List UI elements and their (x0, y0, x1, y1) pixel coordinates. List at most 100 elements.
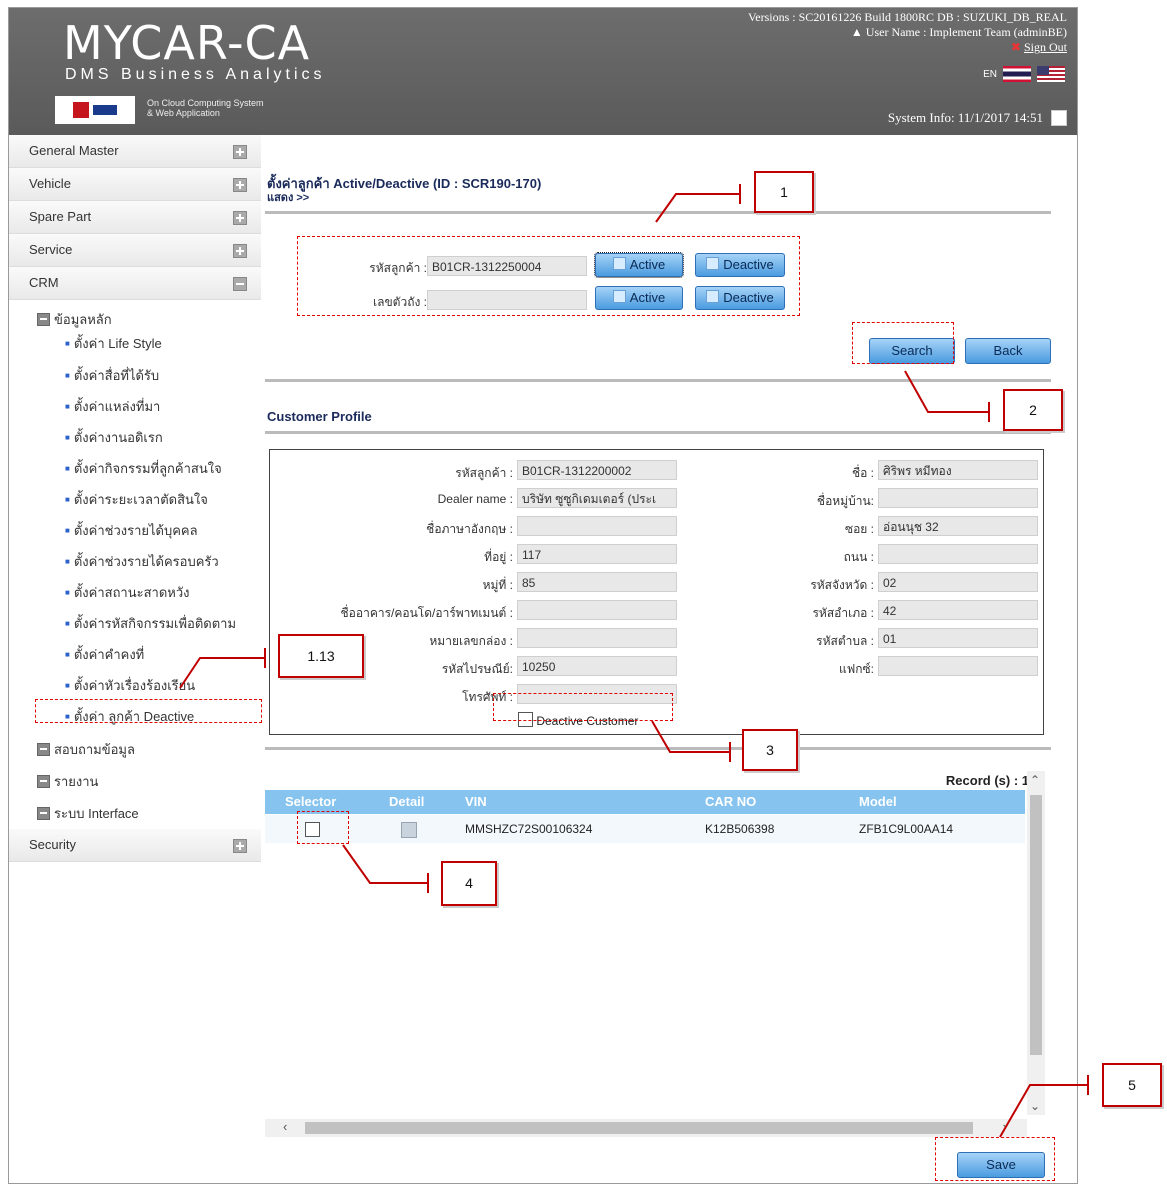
profile-label: ชื่อภาษาอังกฤษ : (426, 522, 513, 536)
menu-general-master[interactable]: General Master (9, 135, 261, 168)
tree-root-label: สอบถามข้อมูล (54, 742, 135, 757)
menu-spare-part[interactable]: Spare Part (9, 201, 261, 234)
tree-item[interactable]: ตั้งค่าแหล่งที่มา (65, 396, 161, 417)
expand-icon[interactable] (233, 178, 247, 192)
tree-root-label: ระบบ Interface (54, 806, 139, 821)
profile-field: 117 (517, 544, 677, 564)
tree-item[interactable]: ตั้งค่างานอดิเรก (65, 427, 163, 448)
highlight-search-button (852, 322, 954, 364)
menu-vehicle[interactable]: Vehicle (9, 168, 261, 201)
record-count: Record (s) : 1 (945, 773, 1029, 788)
tree-item[interactable]: ตั้งค่า Life Style (65, 333, 162, 354)
grid-header: Selector Detail VIN CAR NO Model (265, 790, 1025, 814)
callout-2: 2 (1003, 389, 1063, 431)
user-icon: ▲ (850, 25, 866, 39)
logo-cloud-line1: On Cloud Computing System (147, 98, 264, 108)
tree-item[interactable]: ตั้งค่าหัวเรื่องร้องเรียน (65, 675, 195, 696)
scroll-thumb[interactable] (1030, 795, 1042, 1055)
scroll-right-icon[interactable]: › (1003, 1119, 1007, 1134)
thai-flag-icon[interactable] (1003, 66, 1031, 82)
profile-field: อ่อนนุช 32 (878, 516, 1038, 536)
expand-icon[interactable] (233, 211, 247, 225)
sign-out-link[interactable]: Sign Out (1024, 40, 1067, 54)
scroll-up-icon[interactable]: ⌃ (1030, 773, 1040, 787)
tree-item[interactable]: ตั้งค่าคำคงที่ (65, 644, 144, 665)
menu-label: Vehicle (29, 176, 71, 191)
user-name-text: User Name : Implement Team (adminBE) (865, 25, 1067, 39)
header-info: Versions : SC20161226 Build 1800RC DB : … (748, 10, 1067, 55)
suzuki-logo-icon (55, 96, 135, 124)
version-text: Versions : SC20161226 Build 1800RC DB : … (747, 10, 1067, 24)
profile-field: 10250 (517, 656, 677, 676)
tree-item[interactable]: ตั้งค่ากิจกรรมที่ลูกค้าสนใจ (65, 458, 222, 479)
menu-security[interactable]: Security (9, 829, 261, 862)
tree-crm-root[interactable]: ข้อมูลหลัก (37, 309, 112, 330)
callout-1-13: 1.13 (278, 634, 364, 678)
expand-icon[interactable] (37, 775, 50, 788)
tree-interface-root[interactable]: ระบบ Interface (37, 803, 139, 824)
tree-item[interactable]: ตั้งค่าสื่อที่ได้รับ (65, 365, 159, 386)
col-car-no[interactable]: CAR NO (705, 790, 756, 814)
tree-item[interactable]: ตั้งค่าสถานะสาดหวัง (65, 582, 190, 603)
tree-report-root[interactable]: รายงาน (37, 771, 98, 792)
detail-icon[interactable] (401, 822, 417, 838)
highlight-save-button (935, 1137, 1055, 1181)
us-flag-icon[interactable] (1037, 66, 1065, 82)
tree-item[interactable]: ตั้งค่ารหัสกิจกรรมเพื่อติดตาม (65, 613, 236, 634)
scroll-down-icon[interactable]: ⌄ (1030, 1099, 1040, 1113)
tree-item[interactable]: ตั้งค่าช่วงรายได้ครอบครัว (65, 551, 219, 572)
page-subtitle: แสดง >> (267, 192, 310, 204)
cell-model: ZFB1C9L00AA14 (859, 822, 954, 836)
profile-field: 42 (878, 600, 1038, 620)
profile-field: ศิริพร หมีทอง (878, 460, 1038, 480)
expand-icon[interactable] (37, 743, 50, 756)
col-detail[interactable]: Detail (389, 790, 424, 814)
table-row: MMSHZC72S00106324 K12B506398 ZFB1C9L00AA… (265, 815, 1025, 843)
back-button[interactable]: Back (965, 338, 1051, 364)
customer-profile-title: Customer Profile (267, 409, 372, 424)
user-name: ▲ User Name : Implement Team (adminBE) (748, 25, 1067, 40)
collapse-icon[interactable] (37, 313, 50, 326)
highlight-menu-deactive (35, 699, 262, 723)
profile-label: รหัสลูกค้า : (455, 466, 513, 480)
profile-label: ชื่อ : (851, 466, 874, 480)
logo-subtitle: DMS Business Analytics (65, 66, 326, 83)
system-info-checkbox[interactable] (1051, 110, 1067, 126)
profile-label: ที่อยู่ : (484, 550, 513, 564)
profile-label: ซอย : (844, 522, 874, 536)
menu-crm[interactable]: CRM (9, 267, 261, 300)
callout-5: 5 (1102, 1063, 1162, 1107)
cell-vin: MMSHZC72S00106324 (465, 822, 593, 836)
expand-icon[interactable] (233, 244, 247, 258)
highlight-selector (297, 811, 349, 844)
scroll-left-icon[interactable]: ‹ (283, 1119, 287, 1134)
tree-item[interactable]: ตั้งค่าระยะเวลาตัดสินใจ (65, 489, 208, 510)
app-window: MYCAR-CA DMS Business Analytics On Cloud… (8, 7, 1078, 1184)
profile-field: B01CR-1312200002 (517, 460, 677, 480)
horizontal-scrollbar[interactable]: ‹ › (265, 1119, 1027, 1137)
menu-label: Spare Part (29, 209, 92, 224)
app-header: MYCAR-CA DMS Business Analytics On Cloud… (9, 8, 1077, 135)
col-model[interactable]: Model (859, 790, 897, 814)
tree-root-label: ข้อมูลหลัก (54, 312, 112, 327)
profile-label: รหัสอำเภอ : (812, 606, 874, 620)
cell-car-no: K12B506398 (705, 822, 775, 836)
profile-field: 02 (878, 572, 1038, 592)
expand-icon[interactable] (233, 145, 247, 159)
menu-label: Service (29, 242, 73, 257)
tree-inquiry-root[interactable]: สอบถามข้อมูล (37, 739, 135, 760)
callout-3: 3 (742, 729, 798, 771)
scroll-thumb[interactable] (305, 1122, 973, 1134)
collapse-icon[interactable] (233, 277, 247, 291)
expand-icon[interactable] (37, 807, 50, 820)
expand-icon[interactable] (233, 839, 247, 853)
divider (265, 211, 1051, 214)
menu-service[interactable]: Service (9, 234, 261, 267)
profile-field (517, 628, 677, 648)
vertical-scrollbar[interactable]: ⌃ ⌄ (1027, 771, 1045, 1115)
logo-cloud-text: On Cloud Computing System & Web Applicat… (147, 98, 264, 118)
col-vin[interactable]: VIN (465, 790, 487, 814)
tree-item[interactable]: ตั้งค่าช่วงรายได้บุคคล (65, 520, 198, 541)
system-info: System Info: 11/1/2017 14:51 (888, 110, 1067, 126)
profile-field: บริษัท ซูซูกิเดมเตอร์ (ประเ (517, 488, 677, 508)
